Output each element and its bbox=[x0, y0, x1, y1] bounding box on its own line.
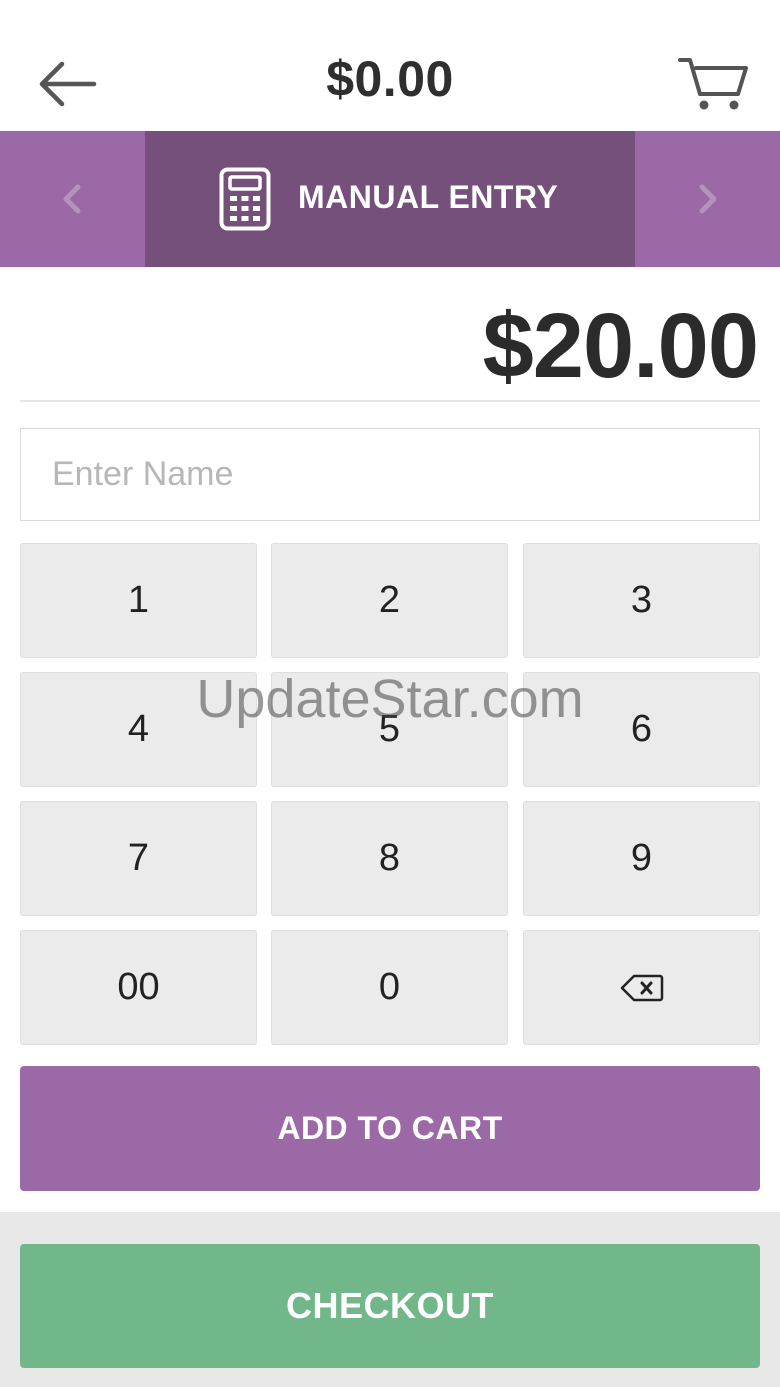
key-0[interactable]: 0 bbox=[271, 930, 508, 1045]
backspace-key[interactable] bbox=[523, 930, 760, 1045]
key-00[interactable]: 00 bbox=[20, 930, 257, 1045]
manual-entry-tab[interactable]: MANUAL ENTRY bbox=[145, 131, 635, 267]
key-2[interactable]: 2 bbox=[271, 543, 508, 658]
key-4[interactable]: 4 bbox=[20, 672, 257, 787]
cart-button[interactable] bbox=[676, 54, 750, 114]
next-mode-button[interactable] bbox=[635, 131, 780, 267]
key-7[interactable]: 7 bbox=[20, 801, 257, 916]
footer: CHECKOUT bbox=[0, 1212, 780, 1387]
header: $0.00 bbox=[0, 0, 780, 131]
shopping-cart-icon bbox=[678, 58, 748, 110]
manual-entry-screen: $0.00 MANUAL ENTRY $20.00 Enter Name 1 2… bbox=[0, 0, 780, 1387]
key-8[interactable]: 8 bbox=[271, 801, 508, 916]
key-6[interactable]: 6 bbox=[523, 672, 760, 787]
key-1[interactable]: 1 bbox=[20, 543, 257, 658]
calculator-icon bbox=[219, 167, 271, 231]
checkout-button[interactable]: CHECKOUT bbox=[20, 1244, 760, 1368]
previous-mode-button[interactable] bbox=[0, 131, 145, 267]
mode-label: MANUAL ENTRY bbox=[298, 179, 559, 215]
chevron-right-icon bbox=[699, 184, 717, 214]
key-9[interactable]: 9 bbox=[523, 801, 760, 916]
mode-bar: MANUAL ENTRY bbox=[0, 131, 780, 267]
chevron-left-icon bbox=[63, 184, 81, 214]
key-3[interactable]: 3 bbox=[523, 543, 760, 658]
key-5[interactable]: 5 bbox=[271, 672, 508, 787]
add-to-cart-button[interactable]: ADD TO CART bbox=[20, 1066, 760, 1191]
cart-total: $0.00 bbox=[326, 51, 454, 107]
amount-display: $20.00 bbox=[482, 295, 759, 397]
name-input[interactable] bbox=[20, 428, 760, 521]
divider bbox=[20, 400, 760, 402]
backspace-icon bbox=[620, 974, 663, 1001]
